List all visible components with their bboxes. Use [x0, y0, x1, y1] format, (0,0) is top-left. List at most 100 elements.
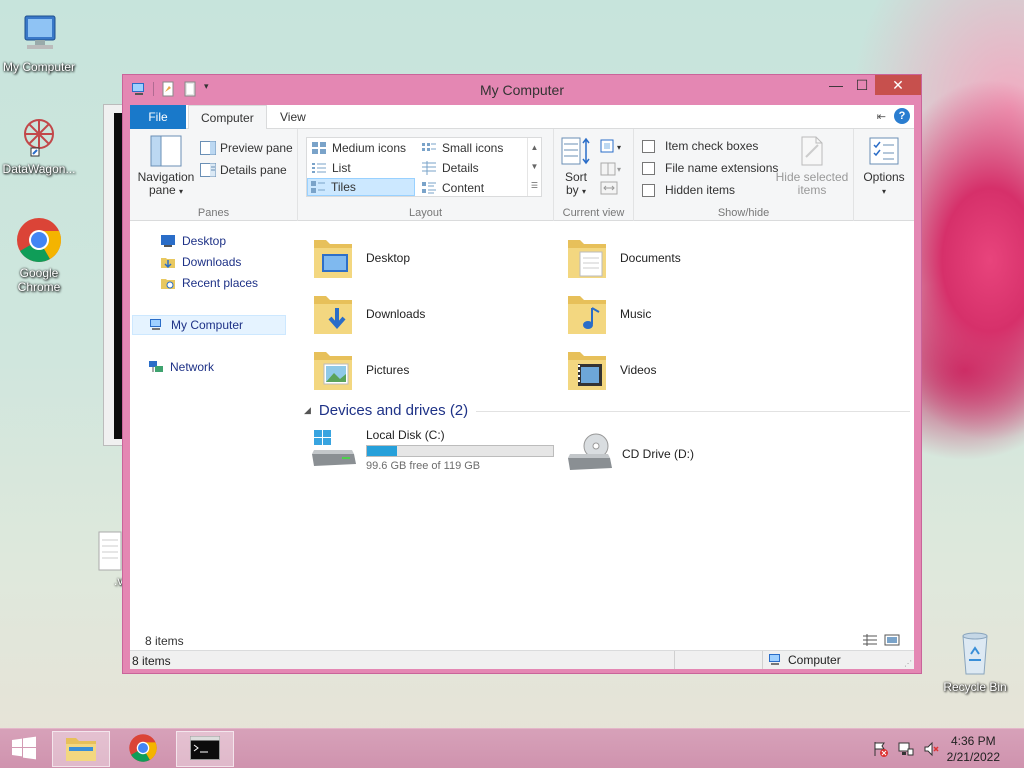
- nav-item-label: Recent places: [182, 276, 259, 290]
- content-footer: 8 items: [130, 632, 914, 650]
- options-group: Options ▾: [854, 129, 914, 221]
- layout-tiles[interactable]: Tiles: [307, 178, 415, 196]
- folder-tile-music[interactable]: Music: [566, 290, 651, 338]
- nav-item-my-computer[interactable]: My Computer: [132, 315, 286, 335]
- title-bar[interactable]: ▾ My Computer — ☐ ✕: [123, 75, 921, 105]
- computer-small-icon: [768, 653, 784, 667]
- tab-view[interactable]: View: [268, 105, 318, 129]
- file-name-extensions-toggle[interactable]: File name extensions: [642, 159, 778, 177]
- taskbar-chrome[interactable]: [114, 731, 172, 767]
- folder-tile-desktop[interactable]: Desktop: [312, 234, 410, 282]
- svg-text:▾: ▾: [617, 143, 621, 152]
- layout-list[interactable]: List: [309, 159, 415, 177]
- volume-muted-icon[interactable]: [924, 741, 940, 760]
- hidden-items-label: Hidden items: [665, 183, 736, 197]
- options-icon: [868, 135, 900, 167]
- taskbar-command-prompt[interactable]: [176, 731, 234, 767]
- folder-tile-downloads[interactable]: Downloads: [312, 290, 425, 338]
- explorer-client: File Computer View ⇤ ? Navigation pane ▾: [130, 105, 914, 669]
- folder-tile-videos[interactable]: Videos: [566, 346, 656, 394]
- chrome-icon: [128, 733, 158, 766]
- navigation-pane-button[interactable]: Navigation pane ▾: [134, 135, 198, 198]
- desktop-icon-my-computer[interactable]: My Computer: [0, 10, 78, 74]
- hidden-items-checkbox[interactable]: [642, 183, 655, 197]
- folder-label: Videos: [620, 363, 657, 377]
- item-check-boxes-toggle[interactable]: Item check boxes: [642, 137, 758, 155]
- item-check-boxes-checkbox[interactable]: [642, 139, 655, 153]
- close-button[interactable]: ✕: [875, 75, 921, 95]
- size-columns-icon[interactable]: [600, 181, 618, 198]
- drive-cd-d[interactable]: CD Drive (D:): [566, 432, 694, 476]
- tiles-icon: [310, 180, 326, 194]
- content-area: Desktop Documents Downloads Music Pictur…: [296, 222, 914, 632]
- large-icons-view-icon[interactable]: [884, 634, 900, 649]
- layout-label: Details: [442, 161, 479, 175]
- hide-selected-items-button[interactable]: Hide selected items: [774, 135, 850, 197]
- status-item-count: 8 items: [132, 654, 171, 668]
- maximize-button[interactable]: ☐: [849, 75, 875, 95]
- action-center-flag-icon[interactable]: [872, 741, 888, 760]
- details-pane-icon: [200, 163, 216, 177]
- preview-pane-button[interactable]: Preview pane: [200, 139, 293, 157]
- hidden-items-toggle[interactable]: Hidden items: [642, 181, 735, 199]
- nav-item-label: Network: [170, 360, 215, 374]
- clock-time: 4:36 PM: [950, 734, 996, 748]
- group-by-icon[interactable]: ▾: [600, 139, 626, 158]
- recent-places-icon: [160, 276, 176, 290]
- taskbar-clock[interactable]: 4:36 PM 2/21/2022: [947, 733, 1000, 765]
- minimize-ribbon-icon[interactable]: ⇤: [877, 110, 886, 123]
- layout-small-icons[interactable]: Small icons: [419, 139, 527, 157]
- navigation-pane-label: Navigation pane: [137, 170, 195, 197]
- folder-label: Downloads: [366, 307, 426, 321]
- layout-details[interactable]: Details: [419, 159, 527, 177]
- desktop-icon-label: My Computer: [2, 60, 76, 74]
- layout-content[interactable]: Content: [419, 179, 527, 197]
- command-prompt-icon: [190, 735, 220, 763]
- options-label: Options: [863, 170, 905, 184]
- music-folder-icon: [566, 290, 608, 338]
- minimize-button[interactable]: —: [823, 75, 849, 95]
- layout-label: Medium icons: [332, 141, 407, 155]
- sort-by-icon: [560, 135, 592, 167]
- desktop-icon-datawagon[interactable]: DataWagon...: [0, 112, 78, 176]
- desktop-icon-google-chrome[interactable]: Google Chrome: [0, 216, 78, 294]
- status-location: Computer: [768, 653, 841, 667]
- devices-and-drives-header[interactable]: ◢ Devices and drives (2): [304, 402, 910, 419]
- folder-tile-pictures[interactable]: Pictures: [312, 346, 409, 394]
- sort-by-button[interactable]: Sort by ▾: [558, 135, 594, 198]
- windows-logo-icon: [11, 736, 37, 763]
- start-button[interactable]: [0, 731, 48, 767]
- options-button[interactable]: Options ▾: [858, 135, 910, 198]
- network-status-icon[interactable]: [898, 741, 914, 760]
- add-columns-icon[interactable]: ▾: [600, 161, 626, 180]
- desktop-icon-label: DataWagon...: [2, 162, 76, 176]
- my-computer-icon: [149, 318, 165, 332]
- desktop-icon-recycle-bin[interactable]: Recycle Bin: [936, 630, 1014, 694]
- drive-local-disk-c[interactable]: Local Disk (C:) 99.6 GB free of 119 GB: [310, 428, 554, 472]
- show-hide-group: Item check boxes File name extensions Hi…: [634, 129, 854, 221]
- nav-item-recent-places[interactable]: Recent places: [160, 273, 258, 293]
- medium-icons-icon: [311, 141, 327, 155]
- details-pane-button[interactable]: Details pane: [200, 161, 287, 179]
- list-icon: [311, 161, 327, 175]
- taskbar-file-explorer[interactable]: [52, 731, 110, 767]
- nav-item-network[interactable]: Network: [148, 357, 214, 377]
- nav-item-downloads[interactable]: Downloads: [160, 252, 241, 272]
- folder-label: Pictures: [366, 363, 410, 377]
- collapse-arrow-icon[interactable]: ◢: [304, 405, 311, 416]
- status-location-label: Computer: [788, 653, 841, 667]
- layout-medium-icons[interactable]: Medium icons: [309, 139, 415, 157]
- details-icon: [421, 161, 437, 175]
- chrome-icon: [15, 216, 63, 264]
- help-icon[interactable]: ?: [894, 108, 910, 124]
- layout-label: Tiles: [331, 180, 356, 194]
- tab-computer[interactable]: Computer: [188, 105, 267, 130]
- file-name-extensions-checkbox[interactable]: [642, 161, 655, 175]
- layout-gallery-scroll[interactable]: ▲ ▼ ☰: [527, 138, 541, 196]
- folder-tile-documents[interactable]: Documents: [566, 234, 681, 282]
- drive-label: CD Drive (D:): [622, 447, 694, 461]
- nav-item-desktop[interactable]: Desktop: [160, 231, 226, 251]
- tab-file[interactable]: File: [130, 105, 186, 129]
- details-view-icon[interactable]: [862, 634, 878, 649]
- resize-grip-icon[interactable]: ⋰: [904, 659, 912, 668]
